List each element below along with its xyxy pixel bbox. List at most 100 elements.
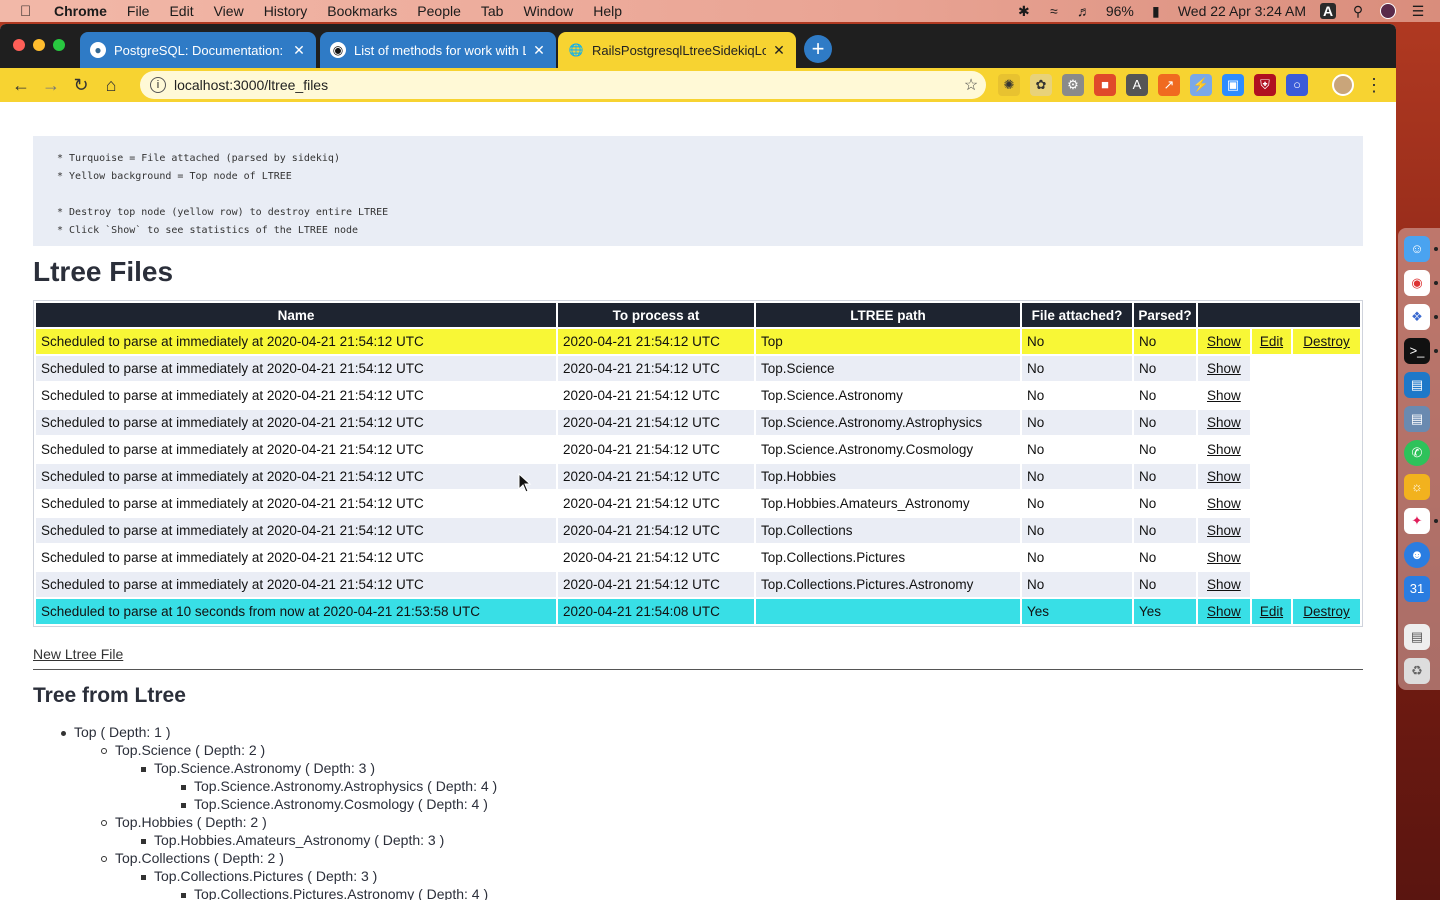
tab-title: PostgreSQL: Documentation: 9 xyxy=(114,42,286,58)
chrome-icon[interactable]: ◉ xyxy=(1404,270,1430,296)
cell-ltree-path xyxy=(756,599,1020,624)
menu-window[interactable]: Window xyxy=(523,3,573,19)
edit-link[interactable]: Edit xyxy=(1260,604,1283,619)
tab-postgresql-docs[interactable]: ● PostgreSQL: Documentation: 9 ✕ xyxy=(80,32,316,68)
apple-menu-icon[interactable]:  xyxy=(20,3,40,20)
cell-process-at: 2020-04-21 21:54:12 UTC xyxy=(558,410,754,435)
extension-lock-icon[interactable]: ■ xyxy=(1094,74,1116,96)
volume-icon[interactable]: ♬ xyxy=(1076,3,1092,19)
chrome-window: ● PostgreSQL: Documentation: 9 ✕ ◉ List … xyxy=(0,24,1396,900)
site-info-icon[interactable]: i xyxy=(150,77,166,93)
downloads-folder-icon[interactable]: ▤ xyxy=(1404,624,1430,650)
destroy-link[interactable]: Destroy xyxy=(1303,334,1350,349)
preview-icon[interactable]: ▤ xyxy=(1404,406,1430,432)
calendar-icon[interactable]: 31 xyxy=(1404,576,1430,602)
bird-app-icon[interactable]: ❖ xyxy=(1404,304,1430,330)
cell-process-at: 2020-04-21 21:54:12 UTC xyxy=(558,437,754,462)
menu-app-name[interactable]: Chrome xyxy=(54,3,107,19)
show-link[interactable]: Show xyxy=(1207,496,1241,511)
trash-icon[interactable]: ♻ xyxy=(1404,658,1430,684)
cell-process-at: 2020-04-21 21:54:12 UTC xyxy=(558,464,754,489)
cell-empty-actions xyxy=(1251,464,1360,489)
extension-bolt-icon[interactable]: ⚡ xyxy=(1190,74,1212,96)
show-link[interactable]: Show xyxy=(1207,469,1241,484)
extension-gear-icon[interactable]: ✺ xyxy=(998,74,1020,96)
back-arrow-icon[interactable]: ← xyxy=(6,75,36,96)
show-link[interactable]: Show xyxy=(1207,523,1241,538)
destroy-link[interactable]: Destroy xyxy=(1303,604,1350,619)
cell-parsed: No xyxy=(1134,491,1196,516)
table-row: Scheduled to parse at immediately at 202… xyxy=(36,383,1360,408)
cell-parsed: No xyxy=(1134,437,1196,462)
menubar-clock[interactable]: Wed 22 Apr 3:24 AM xyxy=(1178,3,1306,19)
slack-icon[interactable]: ✦ xyxy=(1404,508,1430,534)
cell-file-attached: No xyxy=(1022,356,1132,381)
edit-link[interactable]: Edit xyxy=(1260,334,1283,349)
new-ltree-file-link[interactable]: New Ltree File xyxy=(33,646,123,662)
home-icon[interactable]: ⌂ xyxy=(96,75,126,96)
legend-notes: * Turquoise = File attached (parsed by s… xyxy=(33,136,1363,246)
forward-arrow-icon[interactable]: → xyxy=(36,75,66,96)
chrome-menu-icon[interactable]: ⋮ xyxy=(1364,74,1384,96)
menu-file[interactable]: File xyxy=(127,3,150,19)
cell-show: Show xyxy=(1198,464,1250,489)
cell-process-at: 2020-04-21 21:54:12 UTC xyxy=(558,329,754,354)
extension-chart-icon[interactable]: ↗ xyxy=(1158,74,1180,96)
terminal-icon[interactable]: >_ xyxy=(1404,338,1430,364)
close-tab-icon[interactable]: ✕ xyxy=(772,42,786,59)
user-avatar-icon[interactable] xyxy=(1380,3,1396,19)
bug-icon[interactable]: ✱ xyxy=(1016,3,1032,19)
profile-avatar[interactable] xyxy=(1332,74,1354,96)
cell-parsed: No xyxy=(1134,410,1196,435)
close-tab-icon[interactable]: ✕ xyxy=(532,42,546,59)
show-link[interactable]: Show xyxy=(1207,415,1241,430)
text-input-icon[interactable]: A xyxy=(1320,3,1336,19)
close-tab-icon[interactable]: ✕ xyxy=(292,42,306,59)
trello-icon[interactable]: ▤ xyxy=(1404,372,1430,398)
menu-bookmarks[interactable]: Bookmarks xyxy=(327,3,397,19)
menu-help[interactable]: Help xyxy=(593,3,622,19)
running-indicator xyxy=(1434,315,1438,319)
show-link[interactable]: Show xyxy=(1207,604,1241,619)
cell-parsed: No xyxy=(1134,464,1196,489)
battery-icon[interactable]: ▮ xyxy=(1148,3,1164,19)
new-tab-button[interactable]: + xyxy=(804,35,832,63)
extension-circle-icon[interactable]: ○ xyxy=(1286,74,1308,96)
extension-ublock-icon[interactable]: ⛨ xyxy=(1254,74,1276,96)
extension-leaf-icon[interactable]: ✿ xyxy=(1030,74,1052,96)
menu-view[interactable]: View xyxy=(214,3,244,19)
cell-process-at: 2020-04-21 21:54:12 UTC xyxy=(558,518,754,543)
bookmark-star-icon[interactable]: ☆ xyxy=(956,75,986,95)
show-link[interactable]: Show xyxy=(1207,334,1241,349)
finder-icon[interactable]: ☺ xyxy=(1404,236,1430,262)
show-link[interactable]: Show xyxy=(1207,361,1241,376)
tab-rails-app[interactable]: 🌐 RailsPostgresqlLtreeSidekiqLo ✕ xyxy=(558,32,796,68)
menu-history[interactable]: History xyxy=(264,3,308,19)
tab-github-methods[interactable]: ◉ List of methods for work with L ✕ xyxy=(320,32,556,68)
menu-tab[interactable]: Tab xyxy=(481,3,504,19)
cell-process-at: 2020-04-21 21:54:12 UTC xyxy=(558,356,754,381)
menu-people[interactable]: People xyxy=(417,3,461,19)
cell-parsed: No xyxy=(1134,356,1196,381)
extension-settings-icon[interactable]: ⚙ xyxy=(1062,74,1084,96)
bullet-icon xyxy=(141,838,146,844)
show-link[interactable]: Show xyxy=(1207,442,1241,457)
extension-a-icon[interactable]: A xyxy=(1126,74,1148,96)
reload-icon[interactable]: ↻ xyxy=(66,75,96,96)
show-link[interactable]: Show xyxy=(1207,577,1241,592)
spotlight-search-icon[interactable]: ⚲ xyxy=(1350,3,1366,19)
zoom-window-button[interactable] xyxy=(53,39,65,51)
wifi-icon[interactable]: ≈ xyxy=(1046,3,1062,19)
address-bar[interactable]: i localhost:3000/ltree_files ☆ xyxy=(140,71,986,99)
show-link[interactable]: Show xyxy=(1207,550,1241,565)
whatsapp-icon[interactable]: ✆ xyxy=(1404,440,1430,466)
idea-bulb-icon[interactable]: ☼ xyxy=(1404,474,1430,500)
close-window-button[interactable] xyxy=(13,39,25,51)
show-link[interactable]: Show xyxy=(1207,388,1241,403)
contacts-icon[interactable]: ☻ xyxy=(1404,542,1430,568)
minimize-window-button[interactable] xyxy=(33,39,45,51)
menu-edit[interactable]: Edit xyxy=(169,3,193,19)
extension-zoom-icon[interactable]: ▣ xyxy=(1222,74,1244,96)
address-url[interactable]: localhost:3000/ltree_files xyxy=(174,77,956,93)
notification-center-icon[interactable]: ☰ xyxy=(1410,3,1426,19)
